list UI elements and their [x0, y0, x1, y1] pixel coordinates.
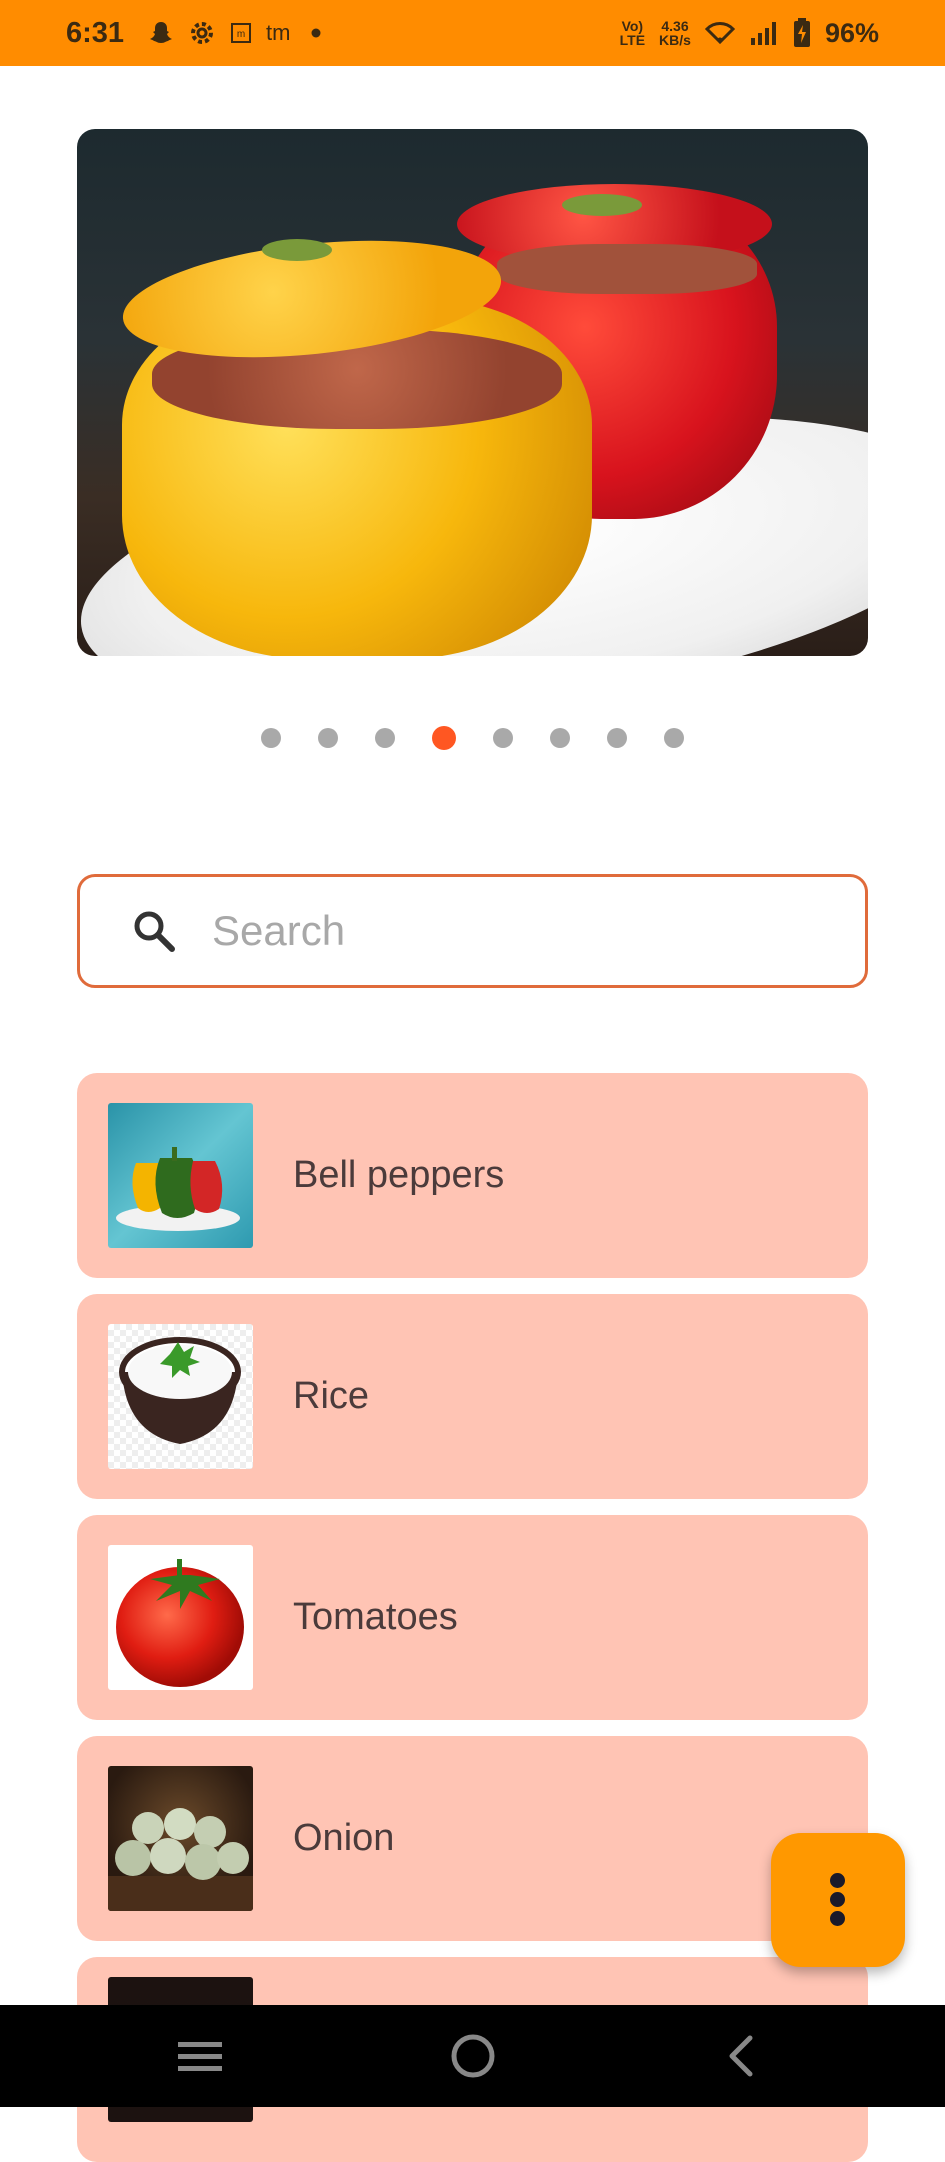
navigation-bar: [0, 2005, 945, 2107]
list-item-bell-peppers[interactable]: Bell peppers: [77, 1073, 868, 1278]
carousel-dot[interactable]: [607, 728, 627, 748]
carousel-dot[interactable]: [493, 728, 513, 748]
search-bar[interactable]: [77, 874, 868, 988]
bell-peppers-thumbnail: [108, 1103, 253, 1248]
carousel-dot[interactable]: [318, 728, 338, 748]
list-item-rice[interactable]: Rice: [77, 1294, 868, 1499]
carousel-page-indicator: [0, 726, 945, 750]
more-options-fab[interactable]: [771, 1833, 905, 1967]
tomato-illustration: [116, 1559, 244, 1687]
recent-apps-button[interactable]: [145, 2005, 255, 2107]
notification-dot-icon: [311, 28, 321, 38]
item-label: Tomatoes: [293, 1596, 458, 1638]
rice-thumbnail: [108, 1324, 253, 1469]
onions-illustration: [108, 1808, 253, 1911]
network-speed-unit: KB/s: [659, 32, 691, 48]
red-pepper-filling: [497, 244, 757, 294]
more-vertical-icon: [830, 1873, 845, 1888]
onion-thumbnail: [108, 1766, 253, 1911]
carousel-image-stuffed-peppers[interactable]: [77, 129, 868, 656]
back-button[interactable]: [687, 2005, 797, 2107]
more-vertical-icon-dot: [830, 1911, 845, 1926]
network-speed-value: 4.36: [661, 18, 689, 34]
list-item-tomatoes[interactable]: Tomatoes: [77, 1515, 868, 1720]
network-speed: 4.36 KB/s: [659, 19, 691, 47]
yellow-pepper-stem: [262, 239, 332, 261]
status-time: 6:31: [66, 16, 125, 49]
battery-charging-icon: [793, 18, 810, 47]
battery-percentage: 96%: [824, 17, 879, 48]
search-icon: [134, 911, 175, 952]
red-pepper-stem: [562, 194, 642, 216]
signal-icon: [750, 22, 776, 45]
carousel-dot[interactable]: [664, 728, 684, 748]
volte-indicator: Vo) LTE: [620, 19, 645, 47]
back-icon: [729, 2035, 753, 2077]
carousel-dot-active[interactable]: [432, 726, 456, 750]
svg-text:m: m: [237, 29, 245, 40]
carousel-dot[interactable]: [375, 728, 395, 748]
home-button[interactable]: [418, 2005, 528, 2107]
svg-text:tm: tm: [266, 21, 290, 45]
wifi-icon: [704, 22, 735, 45]
snapchat-icon: [150, 22, 173, 43]
list-item-onion[interactable]: Onion: [77, 1736, 868, 1941]
carousel-dot[interactable]: [550, 728, 570, 748]
mi-icon: m: [231, 23, 252, 43]
tm-icon: tm: [266, 21, 290, 45]
volte-text-bottom: LTE: [619, 32, 646, 48]
item-label: Onion: [293, 1817, 395, 1859]
home-icon: [451, 2034, 495, 2078]
settings-icon: [191, 22, 214, 44]
item-label: Rice: [293, 1375, 370, 1417]
bell-peppers-illustration: [116, 1147, 240, 1231]
more-vertical-icon-dot: [830, 1892, 845, 1907]
rice-bowl-illustration: [119, 1337, 241, 1444]
search-input[interactable]: [210, 906, 774, 956]
status-bar: 6:31 m tm Vo) LTE 4.36 KB/s 96%: [0, 0, 945, 66]
volte-text-top: Vo): [621, 18, 644, 34]
tomato-thumbnail: [108, 1545, 253, 1690]
carousel-dot[interactable]: [261, 728, 281, 748]
menu-icon: [178, 2042, 222, 2071]
item-label: Bell peppers: [293, 1154, 505, 1196]
